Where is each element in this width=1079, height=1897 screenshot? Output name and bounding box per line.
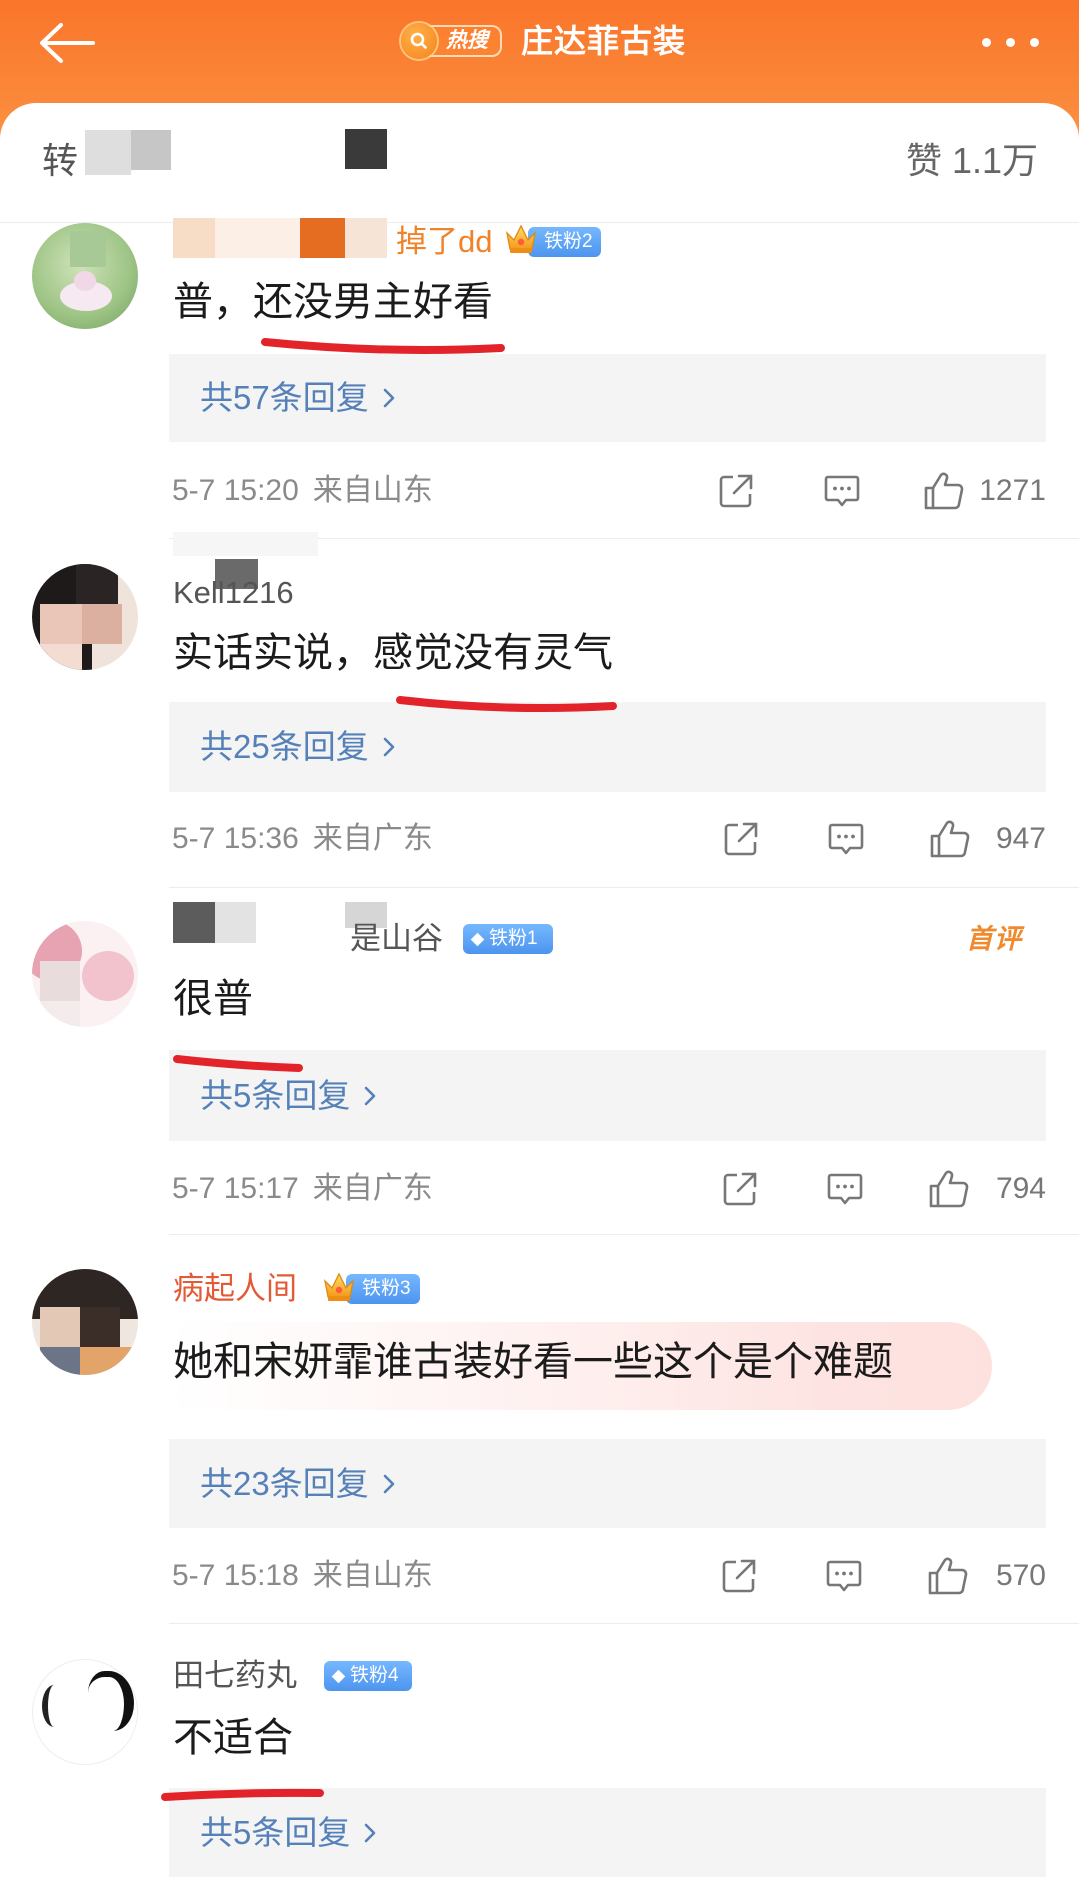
- chevron-right-icon: [383, 737, 395, 757]
- chevron-right-icon: [365, 1823, 376, 1842]
- timestamp: 5-7 15:17: [172, 1172, 299, 1205]
- chevron-right-icon: [383, 1474, 395, 1493]
- replies-count: 共25条回复: [200, 728, 369, 765]
- comment-meta: 5-7 15:17 来自广东: [172, 1171, 433, 1207]
- comment-icon[interactable]: [825, 1169, 865, 1209]
- avatar[interactable]: [32, 564, 138, 670]
- search-icon: [401, 23, 437, 59]
- reply-box[interactable]: 共25条回复: [169, 702, 1046, 792]
- username[interactable]: 田七药丸: [173, 1657, 297, 1695]
- fan-badge-label: 铁粉1: [489, 928, 538, 949]
- fan-badge-label: 铁粉4: [350, 1665, 399, 1686]
- comment-text: 不适合: [173, 1716, 293, 1760]
- like-count: 1271: [979, 474, 1046, 507]
- like-count: 947: [995, 822, 1046, 855]
- replies-link[interactable]: 共25条回复: [200, 727, 395, 767]
- replies-count: 共5条回复: [200, 1076, 351, 1114]
- divider: [0, 222, 1079, 223]
- share-icon[interactable]: [719, 1556, 759, 1596]
- comment-meta: 5-7 15:18 来自山东: [172, 1558, 433, 1594]
- likes-tab[interactable]: 赞 1.1万: [906, 139, 1038, 183]
- avatar[interactable]: [32, 921, 138, 1027]
- repost-tab[interactable]: 转: [42, 139, 78, 183]
- timestamp: 5-7 15:36: [172, 822, 299, 855]
- location: 来自广东: [312, 1172, 433, 1205]
- mosaic-blur: [300, 218, 345, 258]
- replies-link[interactable]: 共5条回复: [200, 1813, 376, 1853]
- page-title: 庄达菲古装: [521, 23, 687, 59]
- replies-link[interactable]: 共57条回复: [200, 378, 395, 418]
- location: 来自山东: [312, 474, 433, 507]
- fan-badge: 铁粉3: [346, 1274, 420, 1304]
- mosaic-blur: [85, 130, 131, 175]
- comment-text: 实话实说，感觉没有灵气: [173, 631, 613, 675]
- comment-text: 普，还没男主好看: [173, 280, 493, 324]
- like-count: 794: [995, 1172, 1046, 1205]
- comment-icon[interactable]: [822, 471, 862, 511]
- diamond-icon: [470, 932, 485, 946]
- mosaic-blur: [131, 130, 171, 170]
- mosaic-blur: [173, 532, 318, 556]
- fan-badge: 铁粉1: [463, 924, 553, 954]
- chevron-right-icon: [365, 1086, 376, 1105]
- username[interactable]: 病起人间: [173, 1270, 297, 1308]
- replies-count: 共23条回复: [200, 1464, 369, 1502]
- share-icon[interactable]: [720, 1169, 760, 1209]
- fan-badge: 铁粉4: [324, 1661, 412, 1691]
- crown-icon: [323, 1272, 355, 1301]
- first-comment-tag: 首评: [966, 924, 1022, 954]
- divider: [169, 1234, 1079, 1235]
- reply-box[interactable]: 共57条回复: [169, 354, 1046, 442]
- timestamp: 5-7 15:18: [172, 1559, 299, 1592]
- mosaic-blur: [215, 218, 300, 258]
- replies-link[interactable]: 共23条回复: [200, 1464, 395, 1504]
- avatar[interactable]: [32, 1659, 138, 1765]
- fan-badge: 铁粉2: [528, 227, 601, 257]
- reply-box[interactable]: 共23条回复: [169, 1439, 1046, 1528]
- username[interactable]: Kell1216: [173, 574, 294, 612]
- reply-box[interactable]: 共5条回复: [169, 1050, 1046, 1141]
- back-arrow-icon[interactable]: [38, 22, 96, 64]
- comment-icon[interactable]: [824, 1556, 864, 1596]
- mosaic-blur: [215, 902, 256, 943]
- reply-box[interactable]: 共5条回复: [169, 1788, 1046, 1877]
- comment-text: 很普: [173, 977, 253, 1021]
- replies-count: 共57条回复: [200, 379, 369, 416]
- username[interactable]: 是山谷: [350, 920, 443, 958]
- location: 来自广东: [312, 822, 433, 855]
- crown-icon: [505, 224, 537, 253]
- avatar[interactable]: [32, 223, 138, 329]
- like-count: 570: [995, 1559, 1046, 1592]
- avatar[interactable]: [32, 1269, 138, 1375]
- username[interactable]: 掉了dd: [396, 223, 492, 261]
- location: 来自山东: [312, 1559, 433, 1592]
- divider: [169, 1623, 1079, 1624]
- mosaic-blur: [345, 218, 387, 258]
- replies-count: 共5条回复: [200, 1813, 351, 1851]
- timestamp: 5-7 15:20: [172, 474, 299, 507]
- share-icon[interactable]: [716, 471, 756, 511]
- mosaic-blur: [173, 218, 215, 258]
- comment-meta: 5-7 15:36 来自广东: [172, 821, 433, 857]
- diamond-icon: [331, 1669, 346, 1683]
- share-icon[interactable]: [721, 819, 761, 859]
- replies-link[interactable]: 共5条回复: [200, 1076, 376, 1116]
- comment-icon[interactable]: [826, 819, 866, 859]
- mosaic-blur: [345, 129, 387, 169]
- comment-text: 她和宋妍霏谁古装好看一些这个是个难题: [173, 1340, 893, 1384]
- comment-meta: 5-7 15:20 来自山东: [172, 473, 433, 509]
- mosaic-blur: [173, 902, 215, 943]
- divider: [169, 887, 1079, 888]
- chevron-right-icon: [383, 388, 395, 408]
